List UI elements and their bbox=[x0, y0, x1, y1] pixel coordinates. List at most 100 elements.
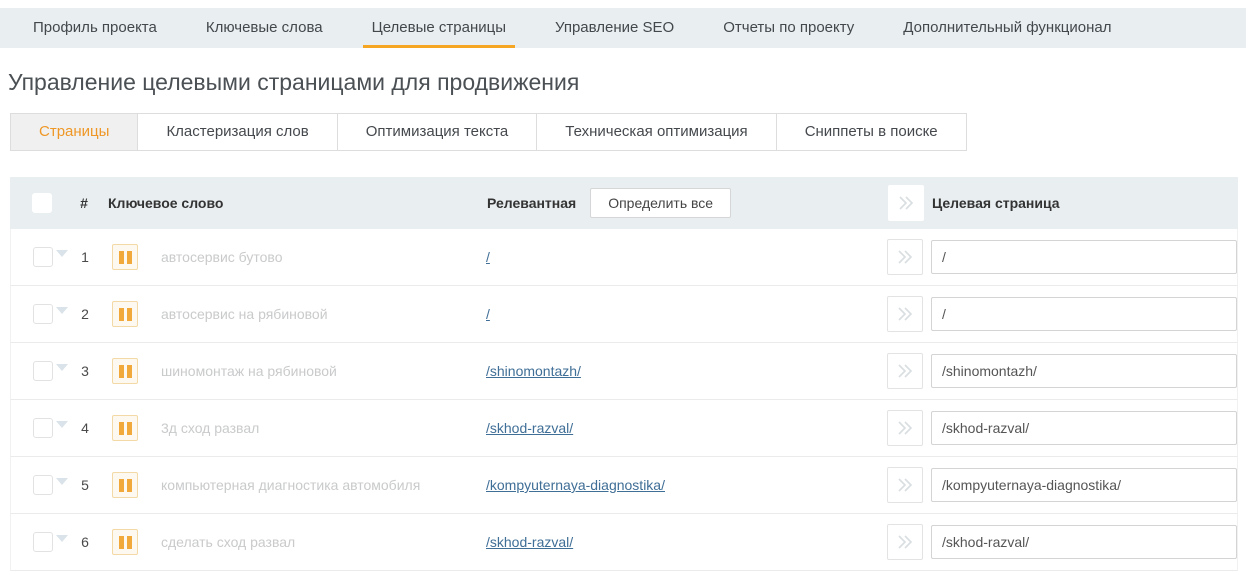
subtab[interactable]: Оптимизация текста bbox=[337, 113, 538, 151]
row-target-cell bbox=[931, 240, 1237, 274]
header-number: # bbox=[70, 195, 98, 211]
subtab[interactable]: Сниппеты в поиске bbox=[776, 113, 967, 151]
chevron-double-right-icon bbox=[896, 363, 914, 379]
header-target-cell: Целевая страница bbox=[932, 195, 1238, 211]
subtabs: Страницы Кластеризация слов Оптимизация … bbox=[10, 113, 1246, 151]
table-row: 2 автосервис на рябиновой / bbox=[10, 286, 1238, 343]
subtab[interactable]: Техническая оптимизация bbox=[536, 113, 776, 151]
table-header-row: # Ключевое слово Релевантная Определить … bbox=[10, 177, 1238, 229]
relevant-page-link[interactable]: /skhod-razval/ bbox=[486, 534, 573, 550]
row-status-cell bbox=[99, 472, 151, 498]
pause-icon[interactable] bbox=[112, 472, 138, 498]
target-page-input[interactable] bbox=[931, 411, 1237, 445]
row-status-cell bbox=[99, 301, 151, 327]
caret-down-icon[interactable] bbox=[56, 421, 68, 428]
define-all-button[interactable]: Определить все bbox=[590, 188, 731, 218]
row-number: 5 bbox=[71, 477, 99, 493]
relevant-page-link[interactable]: /shinomontazh/ bbox=[486, 363, 581, 379]
relevant-page-link[interactable]: /skhod-razval/ bbox=[486, 420, 573, 436]
row-number: 3 bbox=[71, 363, 99, 379]
row-select-cell bbox=[33, 247, 71, 267]
pause-icon[interactable] bbox=[112, 358, 138, 384]
pause-icon[interactable] bbox=[112, 415, 138, 441]
row-number: 2 bbox=[71, 306, 99, 322]
row-status-cell bbox=[99, 415, 151, 441]
row-target-cell bbox=[931, 468, 1237, 502]
row-arrow-cell bbox=[887, 524, 931, 560]
header-relevant-label: Релевантная bbox=[487, 195, 576, 211]
row-status-cell bbox=[99, 244, 151, 270]
caret-down-icon[interactable] bbox=[56, 535, 68, 542]
nav-tab[interactable]: Управление SEO bbox=[546, 8, 683, 48]
pause-icon[interactable] bbox=[112, 301, 138, 327]
row-checkbox[interactable] bbox=[33, 361, 53, 381]
row-arrow-cell bbox=[887, 296, 931, 332]
relevant-page-link[interactable]: / bbox=[486, 306, 490, 322]
row-target-cell bbox=[931, 297, 1237, 331]
chevron-double-right-icon bbox=[896, 420, 914, 436]
target-page-input[interactable] bbox=[931, 354, 1237, 388]
select-all-checkbox[interactable] bbox=[32, 193, 52, 213]
caret-down-icon[interactable] bbox=[56, 250, 68, 257]
copy-url-button[interactable] bbox=[887, 296, 923, 332]
chevron-double-right-icon bbox=[896, 477, 914, 493]
copy-url-button[interactable] bbox=[887, 410, 923, 446]
chevron-double-right-icon bbox=[896, 249, 914, 265]
relevant-page-link[interactable]: /kompyuternaya-diagnostika/ bbox=[486, 477, 665, 493]
row-relevant-cell: /kompyuternaya-diagnostika/ bbox=[486, 477, 887, 493]
target-page-input[interactable] bbox=[931, 525, 1237, 559]
row-arrow-cell bbox=[887, 239, 931, 275]
row-arrow-cell bbox=[887, 353, 931, 389]
row-number: 1 bbox=[71, 249, 99, 265]
copy-all-chevron-icon[interactable] bbox=[888, 185, 924, 221]
table-row: 6 сделать сход развал /skhod-razval/ bbox=[10, 514, 1238, 571]
row-select-cell bbox=[33, 475, 71, 495]
caret-down-icon[interactable] bbox=[56, 364, 68, 371]
copy-url-button[interactable] bbox=[887, 239, 923, 275]
row-relevant-cell: /shinomontazh/ bbox=[486, 363, 887, 379]
row-relevant-cell: / bbox=[486, 249, 887, 265]
header-arrow-cell bbox=[888, 185, 932, 221]
page-title: Управление целевыми страницами для продв… bbox=[8, 69, 1246, 96]
row-checkbox[interactable] bbox=[33, 304, 53, 324]
row-select-cell bbox=[33, 532, 71, 552]
header-select-cell bbox=[32, 193, 70, 213]
pause-icon[interactable] bbox=[112, 529, 138, 555]
header-relevant-cell: Релевантная Определить все bbox=[487, 188, 888, 218]
nav-tab[interactable]: Отчеты по проекту bbox=[714, 8, 863, 48]
row-select-cell bbox=[33, 361, 71, 381]
caret-down-icon[interactable] bbox=[56, 307, 68, 314]
nav-tab[interactable]: Профиль проекта bbox=[24, 8, 166, 48]
subtab[interactable]: Страницы bbox=[10, 113, 138, 151]
row-arrow-cell bbox=[887, 410, 931, 446]
row-target-cell bbox=[931, 525, 1237, 559]
table-row: 5 компьютерная диагностика автомобиля /k… bbox=[10, 457, 1238, 514]
nav-tab[interactable]: Дополнительный функционал bbox=[894, 8, 1120, 48]
nav-tab[interactable]: Целевые страницы bbox=[363, 8, 515, 48]
row-target-cell bbox=[931, 411, 1237, 445]
row-checkbox[interactable] bbox=[33, 247, 53, 267]
table-row: 4 3д сход развал /skhod-razval/ bbox=[10, 400, 1238, 457]
pause-icon[interactable] bbox=[112, 244, 138, 270]
keyword-label: шиномонтаж на рябиновой bbox=[151, 363, 486, 379]
target-page-input[interactable] bbox=[931, 468, 1237, 502]
row-relevant-cell: /skhod-razval/ bbox=[486, 534, 887, 550]
target-pages-table: # Ключевое слово Релевантная Определить … bbox=[10, 177, 1238, 571]
chevron-double-right-icon bbox=[896, 306, 914, 322]
copy-url-button[interactable] bbox=[887, 353, 923, 389]
keyword-label: автосервис на рябиновой bbox=[151, 306, 486, 322]
target-page-input[interactable] bbox=[931, 297, 1237, 331]
target-page-input[interactable] bbox=[931, 240, 1237, 274]
row-relevant-cell: /skhod-razval/ bbox=[486, 420, 887, 436]
row-number: 6 bbox=[71, 534, 99, 550]
relevant-page-link[interactable]: / bbox=[486, 249, 490, 265]
row-checkbox[interactable] bbox=[33, 532, 53, 552]
row-checkbox[interactable] bbox=[33, 475, 53, 495]
row-checkbox[interactable] bbox=[33, 418, 53, 438]
nav-tab[interactable]: Ключевые слова bbox=[197, 8, 332, 48]
caret-down-icon[interactable] bbox=[56, 478, 68, 485]
row-status-cell bbox=[99, 529, 151, 555]
subtab[interactable]: Кластеризация слов bbox=[137, 113, 337, 151]
row-status-cell bbox=[99, 358, 151, 384]
copy-url-button[interactable] bbox=[887, 524, 923, 560]
